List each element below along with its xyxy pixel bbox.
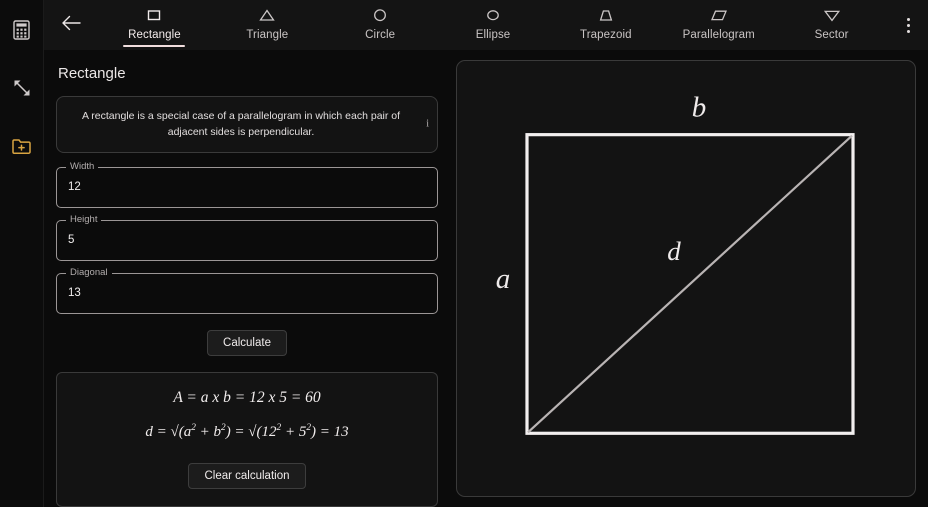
tab-rectangle[interactable]: Rectangle (98, 0, 211, 50)
rail-item-add-folder[interactable] (4, 128, 40, 164)
info-icon[interactable]: i (426, 119, 429, 130)
tab-active-indicator (123, 44, 186, 47)
tab-triangle[interactable]: Triangle (211, 0, 324, 50)
description-card[interactable]: A rectangle is a special case of a paral… (56, 96, 438, 153)
tab-circle[interactable]: Circle (324, 0, 437, 50)
diagram-left-label: a (496, 263, 511, 295)
more-vertical-icon (906, 17, 910, 33)
trapezoid-icon (596, 6, 616, 25)
overflow-menu-button[interactable] (888, 0, 928, 50)
circle-icon (370, 6, 390, 25)
height-field-value: 5 (68, 234, 75, 247)
rectangle-icon (144, 6, 164, 25)
diagram-diagonal-line (527, 134, 853, 434)
width-field-label: Width (66, 160, 99, 172)
shape-tabs: Rectangle Triangle Circle Ellipse Trapez… (98, 0, 888, 50)
diagonal-field[interactable]: Diagonal 13 (56, 266, 438, 314)
rail-item-converter[interactable] (4, 70, 40, 106)
app-root: Rectangle Triangle Circle Ellipse Trapez… (0, 0, 928, 507)
tab-ellipse-label: Ellipse (475, 29, 511, 41)
description-text: A rectangle is a special case of a paral… (81, 110, 401, 139)
diagonal-formula-p3: ) = √(12 (225, 423, 277, 440)
diagonal-field-label: Diagonal (66, 266, 112, 278)
diagonal-formula: d = √(a2 + b2) = √(122 + 52) = 13 (145, 423, 348, 441)
tab-triangle-label: Triangle (246, 29, 289, 41)
tab-sector[interactable]: Sector (775, 0, 888, 50)
page-title: Rectangle (58, 65, 126, 82)
diagram-diagonal-label: d (667, 236, 681, 266)
back-button[interactable] (44, 0, 98, 50)
tab-circle-label: Circle (365, 29, 396, 41)
height-field-label: Height (66, 213, 102, 225)
tab-trapezoid[interactable]: Trapezoid (549, 0, 662, 50)
arrow-left-icon (61, 15, 81, 36)
area-formula: A = a x b = 12 x 5 = 60 (173, 388, 321, 406)
parallelogram-icon (708, 6, 730, 25)
rail-item-calculator[interactable] (4, 12, 40, 48)
clear-calculation-button[interactable]: Clear calculation (188, 462, 306, 489)
diagonal-formula-p2: + b (195, 423, 222, 440)
top-tab-bar: Rectangle Triangle Circle Ellipse Trapez… (44, 0, 928, 50)
diagonal-formula-p5: ) = 13 (310, 423, 349, 440)
tab-ellipse[interactable]: Ellipse (437, 0, 550, 50)
right-region: Rectangle Triangle Circle Ellipse Trapez… (44, 0, 928, 507)
form-pane: Rectangle A rectangle is a special case … (44, 50, 450, 507)
triangle-icon (257, 6, 277, 25)
diagram-pane: b a d (450, 50, 928, 507)
tab-parallelogram[interactable]: Parallelogram (662, 0, 775, 50)
rectangle-diagram: b a d (496, 92, 855, 435)
sector-icon (821, 6, 843, 25)
folder-add-icon (12, 138, 31, 155)
calculate-row: Calculate (56, 329, 438, 356)
diagram-top-label: b (692, 92, 707, 124)
calculate-button[interactable]: Calculate (207, 329, 287, 356)
tab-parallelogram-label: Parallelogram (682, 29, 755, 41)
width-field[interactable]: Width 12 (56, 160, 438, 208)
shape-diagram-card: b a d (456, 60, 916, 497)
diagonal-formula-p1: d = √(a (145, 423, 192, 440)
diagonal-field-value: 13 (68, 287, 81, 300)
tab-trapezoid-label: Trapezoid (580, 29, 632, 41)
height-field[interactable]: Height 5 (56, 213, 438, 261)
content-area: Rectangle A rectangle is a special case … (44, 50, 928, 507)
ellipse-icon (483, 6, 503, 25)
width-field-value: 12 (68, 181, 81, 194)
tab-rectangle-label: Rectangle (128, 29, 181, 41)
calculator-icon (13, 20, 30, 40)
results-card: A = a x b = 12 x 5 = 60 d = √(a2 + b2) =… (56, 371, 438, 507)
diagonal-formula-p4: + 5 (281, 423, 307, 440)
converter-arrows-icon (12, 78, 32, 98)
tab-sector-label: Sector (814, 29, 849, 41)
left-rail (0, 0, 44, 507)
